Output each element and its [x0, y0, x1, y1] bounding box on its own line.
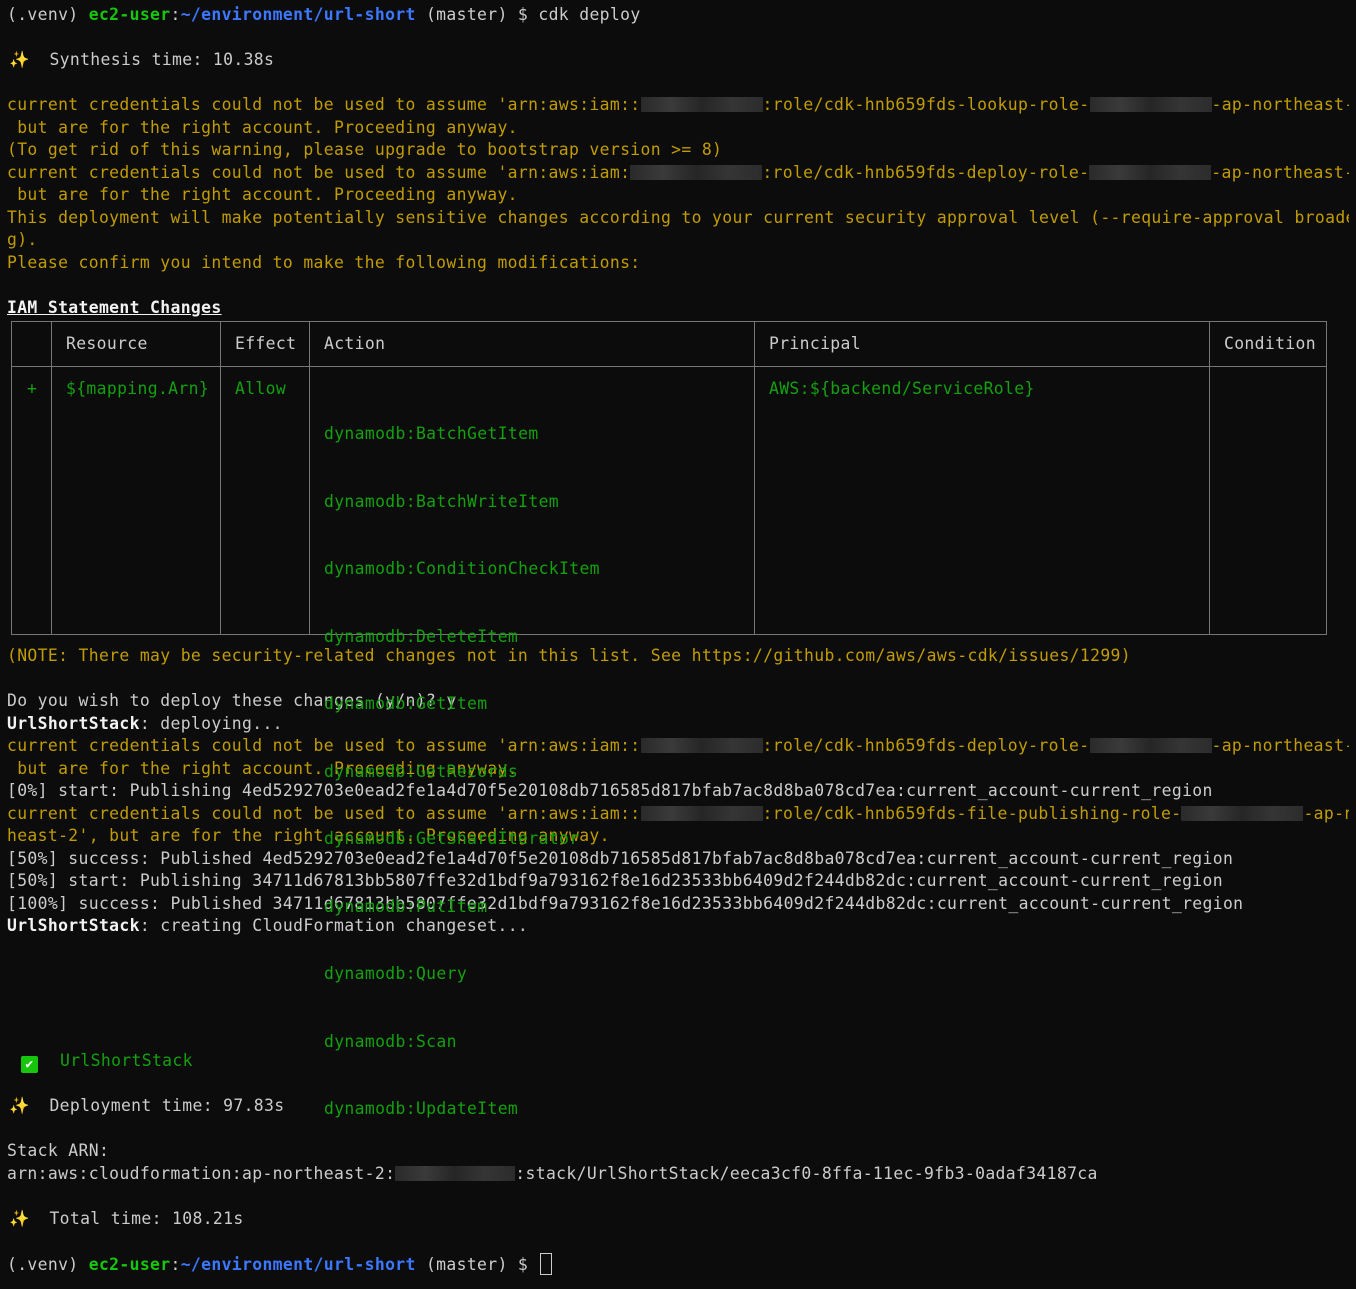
sparkle-icon: ✨: [9, 1208, 30, 1228]
prompt-path: ~/environment/url-short: [180, 1254, 416, 1274]
action-item: dynamodb:BatchWriteItem: [324, 491, 560, 511]
warning-line: but are for the right account. Proceedin…: [7, 185, 518, 204]
action-item: dynamodb:GetItem: [324, 694, 488, 713]
prompt-colon: :: [170, 5, 181, 24]
row-resource: ${mapping.Arn}: [66, 379, 210, 398]
prompt-branch: (master): [425, 5, 508, 24]
confirm-message: Please confirm you intend to make the fo…: [7, 252, 641, 272]
table-header-row: [12, 322, 1326, 367]
row-effect: Allow: [235, 379, 287, 398]
venv-label: (.venv): [7, 5, 79, 24]
publish-progress: [50%] start: Publishing 34711d67813bb580…: [7, 871, 1223, 890]
publish-progress: [100%] success: Published 34711d67813bb5…: [7, 893, 1244, 913]
action-item: dynamodb:ConditionCheckItem: [324, 559, 600, 578]
synthesis-line: ✨ Synthesis time: 10.38s: [7, 49, 1349, 72]
prompt-line[interactable]: (.venv) ec2-user:~/environment/url-short…: [7, 1252, 1349, 1276]
publish-progress: [50%] success: Published 4ed5292703e0ead…: [7, 848, 1234, 868]
stack-arn-value: arn:aws:cloudformation:ap-northeast-2::s…: [7, 1163, 1098, 1183]
command-text: cdk deploy: [538, 5, 641, 24]
redacted-account-id: [640, 97, 763, 112]
redacted-account-id: [1089, 97, 1212, 112]
redacted-account-id: [630, 164, 763, 180]
publish-progress: [0%] start: Publishing 4ed5292703e0ead2f…: [7, 781, 1213, 800]
action-item: dynamodb:Query: [324, 964, 468, 983]
sparkle-icon: ✨: [9, 1096, 30, 1115]
prompt-user: ec2-user: [88, 1254, 171, 1274]
header-action: Action: [324, 334, 386, 353]
iam-statement-table: Resource Effect Action Principal Conditi…: [11, 321, 1327, 1118]
terminal-window[interactable]: (.venv) ec2-user:~/environment/url-short…: [0, 0, 1356, 1275]
warning-line: current credentials could not be used to…: [7, 803, 1349, 823]
row-change-sign: +: [27, 379, 38, 398]
header-principal: Principal: [769, 334, 861, 353]
completed-stack-name: UrlShortStack: [60, 1051, 193, 1070]
stack-arn-label: Stack ARN:: [7, 1141, 110, 1160]
action-item: dynamodb:BatchGetItem: [324, 424, 539, 443]
header-resource: Resource: [66, 334, 148, 353]
iam-statement-heading: IAM Statement Changes: [7, 297, 222, 317]
row-actions: dynamodb:BatchGetItem dynamodb:BatchWrit…: [324, 378, 600, 1166]
check-icon: ✔: [21, 1056, 38, 1073]
security-note: (NOTE: There may be security-related cha…: [7, 646, 1131, 665]
row-principal: AWS:${backend/ServiceRole}: [769, 379, 1035, 398]
warning-line: but are for the right account. Proceedin…: [7, 117, 518, 137]
prompt-dollar: $: [517, 5, 529, 24]
sparkle-icon: ✨: [9, 50, 30, 69]
prompt-line: (.venv) ec2-user:~/environment/url-short…: [7, 4, 1349, 27]
total-time-line: ✨ Total time: 108.21s: [7, 1208, 1349, 1231]
action-item: dynamodb:DeleteItem: [324, 626, 519, 646]
action-item: dynamodb:GetShardIterator: [324, 829, 580, 848]
prompt-path: ~/environment/url-short: [180, 5, 416, 24]
stack-complete-line: ✔ UrlShortStack: [7, 1050, 1349, 1073]
deploying-status: UrlShortStack: deploying...: [7, 713, 283, 733]
action-item: dynamodb:PutItem: [324, 896, 488, 916]
redacted-account-id: [1089, 164, 1212, 180]
warning-line: current credentials could not be used to…: [7, 95, 1349, 114]
redacted-account-id: [640, 805, 763, 821]
prompt-user: ec2-user: [88, 5, 171, 24]
action-item: dynamodb:Scan: [324, 1031, 457, 1051]
deploy-question: Do you wish to deploy these changes (y/n…: [7, 691, 457, 710]
deployment-time-line: ✨ Deployment time: 97.83s: [7, 1095, 1349, 1118]
redacted-account-id: [1089, 738, 1212, 753]
warning-line: heast-2', but are for the right account.…: [7, 826, 610, 845]
action-item: dynamodb:UpdateItem: [324, 1099, 519, 1118]
redacted-account-id: [640, 738, 763, 753]
warning-line: but are for the right account. Proceedin…: [7, 758, 518, 778]
action-item: dynamodb:GetRecords: [324, 761, 519, 781]
header-condition: Condition: [1224, 334, 1316, 353]
redacted-account-id: [1181, 805, 1304, 821]
changeset-status: UrlShortStack: creating CloudFormation c…: [7, 916, 529, 935]
sensitive-warning: This deployment will make potentially se…: [7, 207, 1349, 227]
warning-line: current credentials could not be used to…: [7, 162, 1349, 182]
bootstrap-hint: (To get rid of this warning, please upgr…: [7, 140, 723, 159]
warning-line: current credentials could not be used to…: [7, 736, 1349, 755]
terminal-cursor[interactable]: [540, 1252, 553, 1275]
redacted-account-id: [395, 1165, 516, 1181]
sensitive-warning-wrap: g).: [7, 230, 38, 249]
header-effect: Effect: [235, 334, 297, 353]
